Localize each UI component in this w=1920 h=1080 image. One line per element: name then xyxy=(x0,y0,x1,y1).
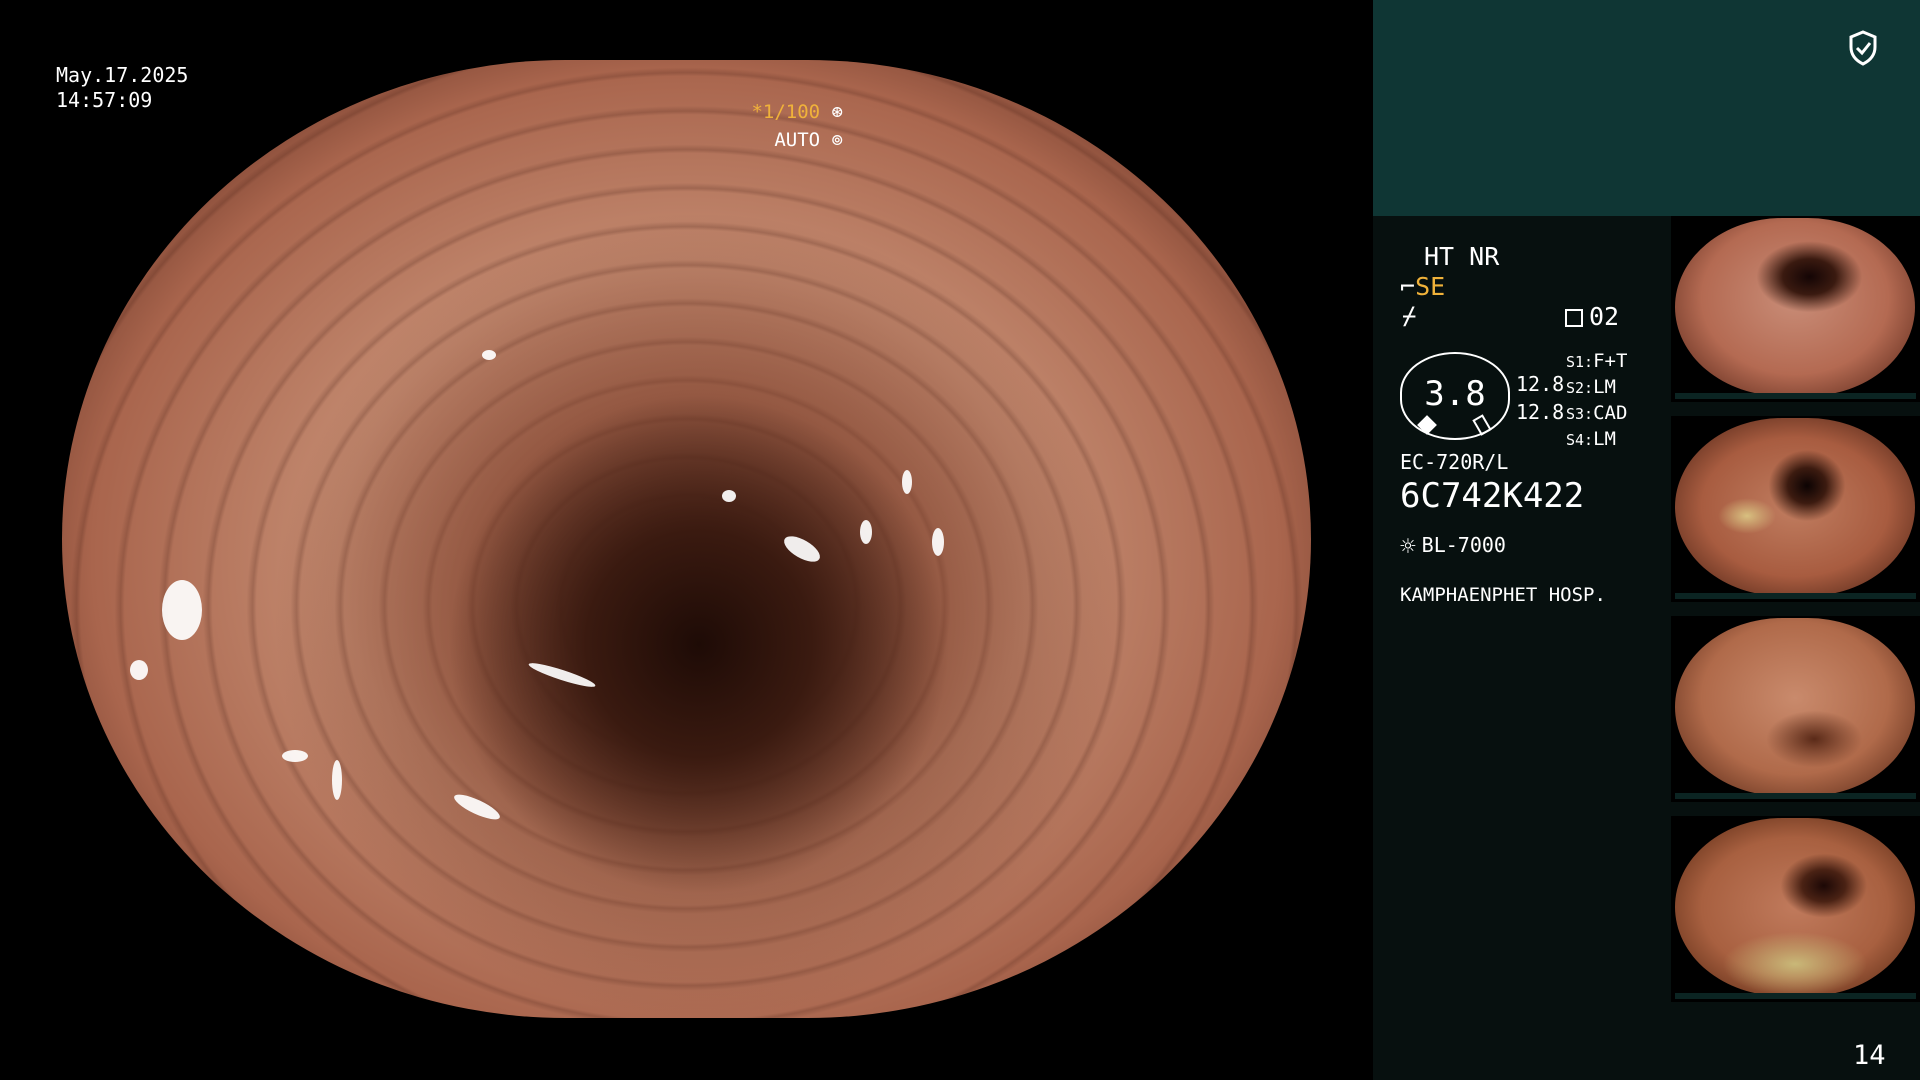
setting-row: S3:CAD xyxy=(1566,402,1628,424)
light-reflection xyxy=(332,760,342,800)
light-reflection xyxy=(130,660,148,680)
date-time-overlay: May.17.2025 14:57:09 xyxy=(56,63,188,113)
gauge-value: 3.8 xyxy=(1424,374,1486,414)
light-reflection xyxy=(902,470,912,494)
exposure-mode: AUTO xyxy=(774,129,821,151)
captured-thumbnail[interactable] xyxy=(1671,416,1920,602)
hospital-name: KAMPHAENPHET HOSP. xyxy=(1400,584,1606,606)
light-reflection xyxy=(780,531,824,567)
captured-thumbnail[interactable] xyxy=(1671,216,1920,402)
se-indicator: ⌐SE xyxy=(1400,272,1445,301)
ht-nr-label: HT NR xyxy=(1424,242,1500,271)
light-reflection xyxy=(451,790,503,824)
scope-serial: 6C742K422 xyxy=(1400,476,1585,516)
mode-indicator: 02 xyxy=(1565,302,1619,331)
shutter-speed: *1/100 xyxy=(751,101,821,123)
setting-row: S1:F+T xyxy=(1566,350,1628,372)
light-reflection xyxy=(722,490,736,502)
endoscope-main-view: May.17.2025 14:57:09 *1/100 ⊛ AUTO ⊚ xyxy=(0,0,1373,1080)
scope-model: EC-720R/L xyxy=(1400,450,1509,474)
light-reflection xyxy=(860,520,872,544)
mode-icon xyxy=(1565,309,1583,327)
exam-time: 14:57:09 xyxy=(56,88,153,112)
light-reflection xyxy=(932,528,944,556)
gauge-side-value: 12.8 xyxy=(1516,372,1565,396)
setting-row: S2:LM xyxy=(1566,376,1616,398)
shield-check-icon xyxy=(1849,30,1877,66)
captured-thumbnail[interactable] xyxy=(1671,616,1920,802)
shutter-icon: ⊛ xyxy=(831,101,843,123)
side-panel-header xyxy=(1373,0,1920,216)
gauge-side-values: 12.8 12.8 xyxy=(1516,370,1564,426)
settings-list: S1:F+T S2:LM S3:CAD S4:LM xyxy=(1566,349,1627,453)
light-reflection xyxy=(527,659,597,691)
light-source: ☼ BL-7000 xyxy=(1400,532,1506,562)
exposure-overlay: *1/100 ⊛ AUTO ⊚ xyxy=(751,98,843,154)
light-source-label: BL-7000 xyxy=(1421,533,1506,557)
squiggle-icon: ⌿ xyxy=(1402,302,1417,330)
captured-thumbnail[interactable] xyxy=(1671,816,1920,1002)
light-reflection xyxy=(162,580,202,640)
se-label: SE xyxy=(1415,272,1446,301)
setting-row: S4:LM xyxy=(1566,428,1616,450)
sun-icon: ☼ xyxy=(1400,532,1416,562)
page-number: 14 xyxy=(1853,1040,1886,1071)
exam-date: May.17.2025 xyxy=(56,63,189,87)
mode-value: 02 xyxy=(1589,302,1620,331)
insertion-gauge: 3.8 xyxy=(1400,352,1510,440)
se-prefix-icon: ⌐ xyxy=(1400,272,1416,301)
light-reflection xyxy=(482,350,496,360)
endoscopic-image xyxy=(62,60,1311,1018)
light-reflection xyxy=(282,750,308,762)
gauge-side-value: 12.8 xyxy=(1516,400,1565,424)
auto-exposure-icon: ⊚ xyxy=(831,129,843,151)
